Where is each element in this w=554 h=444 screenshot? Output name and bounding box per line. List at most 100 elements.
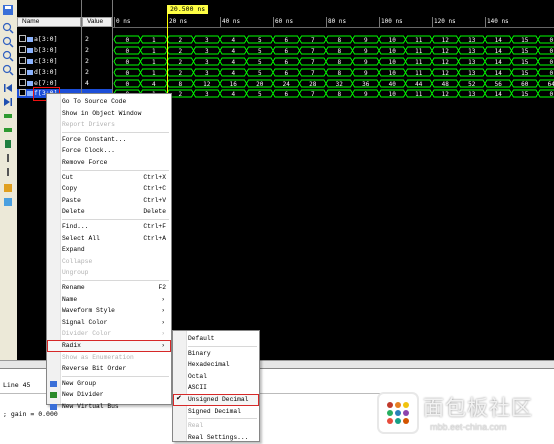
checkmark-icon: ✔ [176, 395, 182, 403]
menu-item-label: Real [188, 422, 204, 430]
values-column-header[interactable]: Value [82, 17, 112, 27]
menu-item-cut[interactable]: Cut Ctrl+X [47, 172, 171, 184]
menu-item-select-all[interactable]: Select All Ctrl+A [47, 233, 171, 245]
menu-item-radix[interactable]: Radix › [47, 340, 171, 352]
menu-item-expand[interactable]: Expand [47, 244, 171, 256]
menu-item-label: New Group [62, 379, 97, 387]
submenu-arrow-icon: › [161, 342, 165, 349]
menu-item-remove-force[interactable]: Remove Force [47, 157, 171, 169]
bus-value-label: 7 [311, 48, 315, 55]
menu-item-new-group[interactable]: New Group [47, 378, 171, 390]
menu-item-default[interactable]: Default [173, 333, 259, 345]
menu-item-paste[interactable]: Paste Ctrl+V [47, 195, 171, 207]
previous-marker-icon[interactable] [2, 152, 14, 164]
menu-item-ascii[interactable]: ASCII [173, 382, 259, 394]
bus-value-label: 8 [178, 81, 182, 88]
menu-item-new-divider[interactable]: New Divider [47, 389, 171, 401]
menu-item-label: Signed Decimal [188, 407, 241, 415]
menu-item-name[interactable]: Name › [47, 294, 171, 306]
zoom-cursor-icon[interactable] [2, 64, 14, 76]
bus-value-label: 12 [203, 81, 211, 88]
console-line: Line 45 [3, 381, 31, 389]
menu-item-icon [50, 392, 57, 399]
bus-value-label: 3 [205, 59, 209, 66]
menu-item-waveform-style[interactable]: Waveform Style › [47, 305, 171, 317]
add-marker-icon[interactable] [2, 138, 14, 150]
menu-separator [188, 418, 257, 420]
bus-value-label: 7 [311, 37, 315, 44]
next-marker-icon[interactable] [2, 166, 14, 178]
menu-item-label: Unsigned Decimal [188, 396, 249, 403]
menu-item-label: Force Clock... [62, 147, 115, 155]
go-to-start-icon[interactable] [2, 82, 14, 94]
signal-value: 2 [85, 68, 89, 76]
menu-item-label: Go To Source Code [62, 98, 127, 105]
menu-item-label: Reverse Bit Order [62, 365, 127, 373]
signal-value: 2 [85, 57, 89, 65]
previous-transition-icon[interactable] [2, 110, 14, 122]
menu-item-label: Ungroup [62, 269, 89, 277]
menu-item-unsigned-decimal[interactable]: ✔ Unsigned Decimal [173, 394, 259, 406]
signal-row-d[interactable]: d[3:0] [17, 68, 81, 77]
menu-item-copy[interactable]: Copy Ctrl+C [47, 183, 171, 195]
bus-value-label: 13 [468, 37, 476, 44]
names-column-header[interactable]: Name [17, 17, 81, 27]
signal-row-b[interactable]: b[3:0] [17, 46, 81, 55]
menu-item-go-to-source-code[interactable]: Go To Source Code [47, 96, 171, 108]
menu-item-shortcut: Ctrl+A [143, 234, 166, 242]
menu-item-label: Collapse [62, 257, 93, 265]
bus-value-label: 6 [284, 37, 288, 44]
submenu-arrow-icon: › [161, 330, 165, 338]
bus-value-label: 24 [283, 81, 291, 88]
zoom-out-icon[interactable] [2, 36, 14, 48]
bus-value-label: 13 [468, 59, 476, 66]
bus-value-label: 1 [152, 59, 156, 66]
bus-value-label: 14 [495, 37, 503, 44]
bus-value-label: 15 [521, 91, 529, 98]
bus-value-label: 12 [442, 37, 450, 44]
bus-value-label: 12 [442, 59, 450, 66]
menu-item-new-virtual-bus[interactable]: New Virtual Bus [47, 401, 171, 413]
menu-item-force-constant[interactable]: Force Constant... [47, 134, 171, 146]
signal-row-c[interactable]: c[3:0] [17, 57, 81, 66]
bus-value-label: 15 [521, 37, 529, 44]
menu-item-real-settings[interactable]: Real Settings... [173, 432, 259, 444]
menu-item-signed-decimal[interactable]: Signed Decimal [173, 406, 259, 418]
menu-item-force-clock[interactable]: Force Clock... [47, 145, 171, 157]
menu-item-find[interactable]: Find... Ctrl+F [47, 221, 171, 233]
menu-item-rename[interactable]: Rename F2 [47, 282, 171, 294]
signal-row-a[interactable]: a[3:0] [17, 35, 81, 44]
menu-item-show-in-object-window[interactable]: Show in Object Window [47, 108, 171, 120]
bus-value-label: 0 [125, 70, 129, 77]
menu-item-binary[interactable]: Binary [173, 348, 259, 360]
menu-separator [62, 375, 169, 377]
bus-value-label: 4 [231, 37, 235, 44]
menu-item-hexadecimal[interactable]: Hexadecimal [173, 359, 259, 371]
menu-item-label: Default [188, 335, 215, 342]
next-transition-icon[interactable] [2, 124, 14, 136]
zoom-fit-icon[interactable] [2, 50, 14, 62]
menu-item-octal[interactable]: Octal [173, 371, 259, 383]
menu-item-signal-color[interactable]: Signal Color › [47, 317, 171, 329]
menu-item-delete[interactable]: Delete Delete [47, 206, 171, 218]
menu-item-shortcut: Ctrl+F [143, 223, 166, 230]
swap-cursors-icon[interactable] [2, 182, 14, 194]
bus-value-label: 3 [205, 91, 209, 98]
menu-separator [62, 131, 169, 133]
save-icon[interactable] [2, 4, 14, 16]
menu-item-label: Expand [62, 246, 85, 254]
menu-item-reverse-bit-order[interactable]: Reverse Bit Order [47, 363, 171, 375]
bus-value-label: 15 [521, 70, 529, 77]
go-to-end-icon[interactable] [2, 96, 14, 108]
menu-item-label: Waveform Style [62, 307, 115, 315]
menu-item-shortcut: Ctrl+V [143, 196, 166, 204]
menu-item-label: Octal [188, 372, 207, 380]
bus-value-label: 1 [152, 37, 156, 44]
zoom-in-icon[interactable] [2, 22, 14, 34]
signal-name: e[7:0] [34, 79, 58, 87]
bus-value-label: 44 [415, 81, 423, 88]
bus-value-label: 0 [125, 37, 129, 44]
menu-item-show-as-enumeration: Show as Enumeration [47, 352, 171, 364]
snap-to-transition-icon[interactable] [2, 196, 14, 208]
waveform-pane[interactable]: 0 ns 20 ns 40 ns 60 ns 80 ns 100 ns 120 … [113, 0, 554, 360]
